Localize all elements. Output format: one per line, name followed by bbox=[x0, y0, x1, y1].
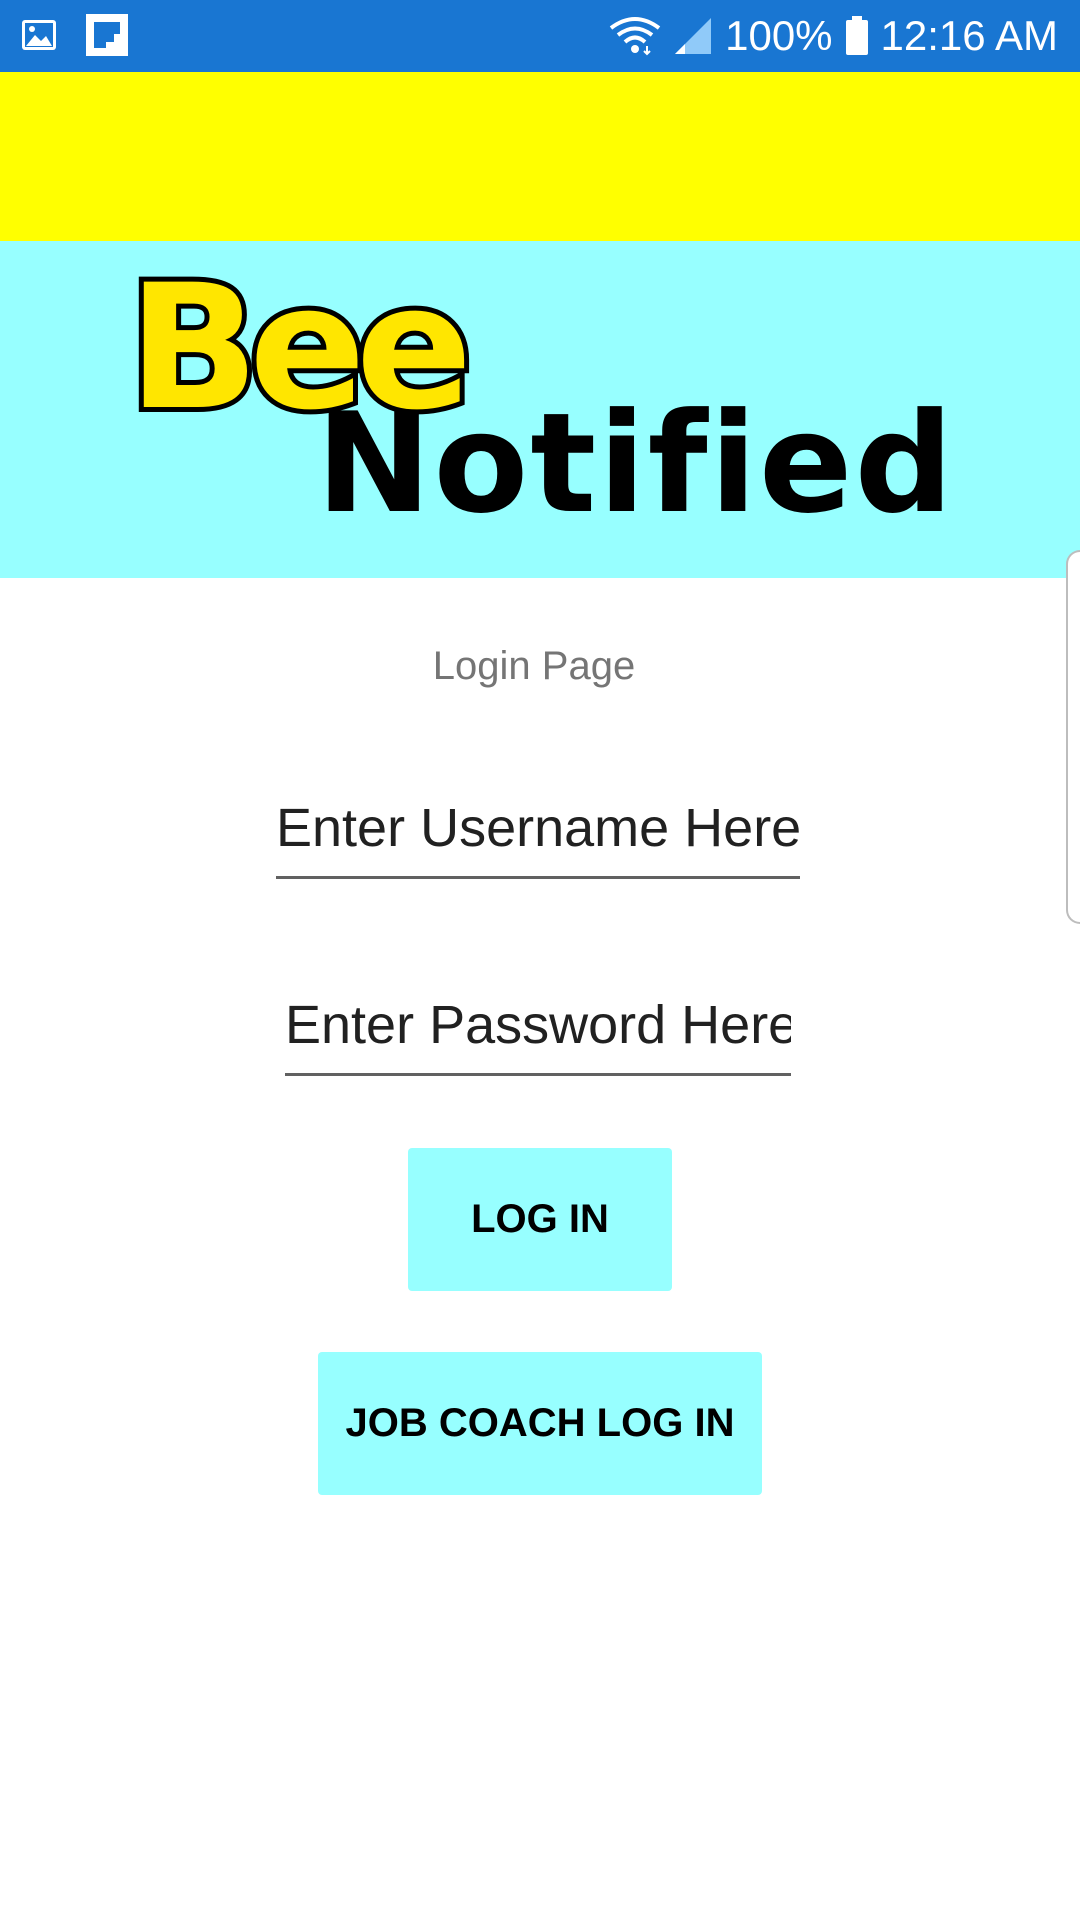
status-left-icons bbox=[20, 14, 128, 56]
wifi-icon bbox=[609, 17, 661, 56]
clock-time: 12:16 AM bbox=[880, 12, 1058, 59]
job-coach-login-button[interactable]: JOB COACH LOG IN bbox=[318, 1352, 762, 1495]
password-input[interactable] bbox=[285, 987, 791, 1076]
image-icon bbox=[22, 20, 56, 50]
signal-icon bbox=[675, 18, 712, 54]
edge-panel-handle[interactable] bbox=[1066, 550, 1080, 924]
login-button[interactable]: LOG IN bbox=[408, 1148, 672, 1291]
battery-percentage: 100% bbox=[725, 12, 833, 59]
app-toolbar bbox=[0, 72, 1080, 241]
battery-icon bbox=[845, 16, 868, 55]
flipboard-icon bbox=[86, 14, 128, 56]
status-right-indicators: 100% 12:16 AM bbox=[609, 10, 1058, 62]
logo-notified-text: Notified bbox=[316, 383, 956, 544]
page-title: Login Page bbox=[432, 644, 636, 688]
username-input[interactable] bbox=[276, 790, 800, 879]
status-bar: 100% 12:16 AM bbox=[0, 0, 1080, 72]
